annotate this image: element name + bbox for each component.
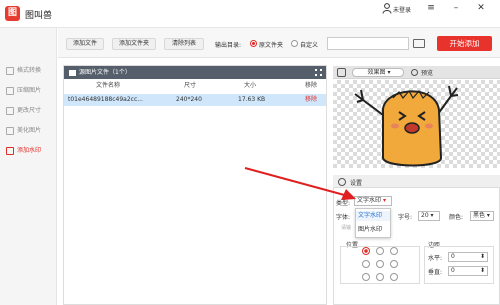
position-middle-center[interactable]: [376, 260, 384, 268]
add-folder-button[interactable]: 添加文件夹: [112, 38, 156, 50]
grid-view-icon[interactable]: [315, 69, 322, 76]
sidebar-item-watermark[interactable]: 添加水印: [6, 145, 56, 159]
type-value: 文字水印: [357, 197, 382, 204]
output-path-input[interactable]: [327, 37, 409, 50]
format-icon: [6, 66, 14, 75]
minimize-icon[interactable]: –: [450, 2, 462, 14]
position-middle-left[interactable]: [362, 260, 370, 268]
effect-label: 效果图: [367, 69, 386, 76]
position-top-left[interactable]: [362, 247, 370, 255]
size-select[interactable]: 20 ▾: [418, 211, 440, 221]
effect-select[interactable]: 效果图 ▾: [352, 68, 404, 77]
dropdown-option-text[interactable]: 文字水印: [356, 211, 390, 221]
image-icon: [69, 69, 76, 76]
v-margin-label: 垂直:: [428, 269, 443, 276]
image-size: 240*240: [176, 96, 202, 103]
sidebar-item-label: 更改尺寸: [17, 107, 42, 114]
color-select[interactable]: 黑色 ▾: [470, 211, 494, 221]
stepper-icon[interactable]: ⬍: [480, 253, 485, 261]
menu-icon[interactable]: ≡: [425, 2, 437, 14]
column-header-size: 尺寸: [184, 82, 197, 89]
login-status[interactable]: 未登录: [393, 5, 411, 14]
annotation-arrow: [244, 167, 356, 200]
chevron-down-icon: ▾: [383, 197, 387, 204]
size-label: 字号:: [398, 214, 413, 221]
watermark-icon: [6, 146, 14, 155]
type-dropdown: 文字水印 图片水印: [355, 208, 391, 238]
clear-list-button[interactable]: 清除列表: [164, 38, 204, 50]
position-top-center[interactable]: [376, 247, 384, 255]
size-value: 20: [421, 212, 429, 219]
add-file-button[interactable]: 添加文件: [66, 38, 104, 50]
beautify-icon: [6, 126, 14, 135]
radio-custom[interactable]: [291, 40, 298, 47]
column-header-filesize: 大小: [244, 82, 257, 89]
column-header-name: 文件名称: [96, 82, 121, 89]
sidebar-item-compress[interactable]: 压缩图片: [6, 85, 56, 99]
h-margin-label: 水平:: [428, 255, 443, 262]
sidebar-item-beautify[interactable]: 美化图片: [6, 125, 56, 139]
position-middle-right[interactable]: [390, 260, 398, 268]
compress-icon: [6, 86, 14, 95]
font-placeholder: 请输: [341, 225, 352, 231]
app-logo: 图: [5, 6, 20, 21]
folder-icon[interactable]: [413, 39, 425, 48]
sidebar-item-label: 添加水印: [17, 147, 42, 154]
file-list-title: 源图片文件（1个）: [79, 69, 131, 76]
v-margin-value: 0: [451, 267, 455, 274]
table-row[interactable]: t01e46489188c49a2cc... 240*240 17.63 KB …: [64, 94, 326, 106]
output-label: 输出目录:: [215, 42, 242, 49]
preview-eye-icon: [411, 69, 418, 76]
remove-link[interactable]: 移除: [305, 94, 317, 106]
file-size: 17.63 KB: [238, 96, 266, 103]
start-button[interactable]: 开始添加: [437, 36, 492, 51]
position-top-right[interactable]: [390, 247, 398, 255]
preview-area: [333, 80, 500, 168]
character-image: [354, 85, 459, 167]
color-label: 颜色:: [449, 214, 464, 221]
dropdown-option-image[interactable]: 图片水印: [356, 225, 390, 235]
sidebar-item-label: 格式转换: [17, 67, 42, 74]
preview-label: 预览: [421, 70, 434, 77]
font-label: 字体:: [336, 214, 351, 221]
option-original-label: 原文件夹: [259, 42, 284, 49]
close-icon[interactable]: ✕: [475, 2, 487, 14]
column-header-remove: 移除: [305, 82, 318, 89]
stepper-icon[interactable]: ⬍: [480, 267, 485, 275]
color-value: 黑色: [473, 212, 486, 219]
h-margin-input[interactable]: 0 ⬍: [448, 252, 488, 262]
position-bottom-center[interactable]: [376, 273, 384, 281]
sidebar-item-label: 压缩图片: [17, 87, 42, 94]
position-bottom-right[interactable]: [390, 273, 398, 281]
file-name: t01e46489188c49a2cc...: [68, 96, 143, 103]
resize-icon: [6, 106, 14, 115]
sidebar-item-label: 美化图片: [17, 127, 42, 134]
h-margin-value: 0: [451, 253, 455, 260]
user-icon[interactable]: [382, 3, 392, 14]
position-bottom-left[interactable]: [362, 273, 370, 281]
view-icon[interactable]: [337, 68, 346, 77]
option-custom-label: 自定义: [300, 42, 319, 49]
sidebar-item-format[interactable]: 格式转换: [6, 65, 56, 79]
v-margin-input[interactable]: 0 ⬍: [448, 266, 488, 276]
sidebar-item-resize[interactable]: 更改尺寸: [6, 105, 56, 119]
file-list-header: 源图片文件（1个）: [64, 66, 326, 79]
radio-original-folder[interactable]: [250, 40, 257, 47]
app-title: 图叫兽: [25, 11, 53, 21]
